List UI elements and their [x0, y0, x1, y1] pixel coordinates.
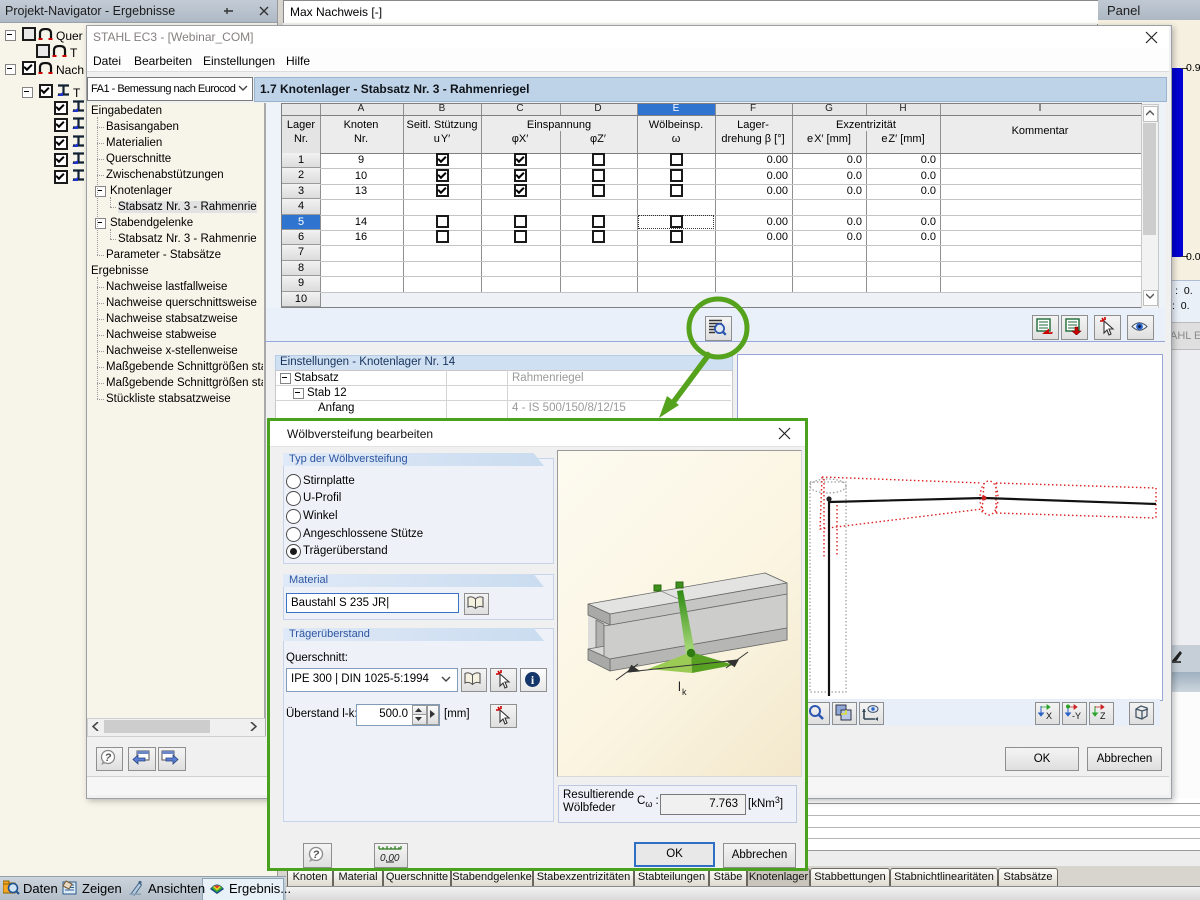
svg-text:?: ?: [313, 849, 320, 861]
svg-text:k: k: [682, 687, 687, 697]
svg-text:?: ?: [105, 752, 112, 764]
svg-text:-Y: -Y: [1072, 711, 1081, 721]
svg-text:l: l: [678, 679, 681, 694]
svg-text:Z: Z: [1100, 711, 1106, 721]
svg-text:X: X: [1046, 711, 1052, 721]
